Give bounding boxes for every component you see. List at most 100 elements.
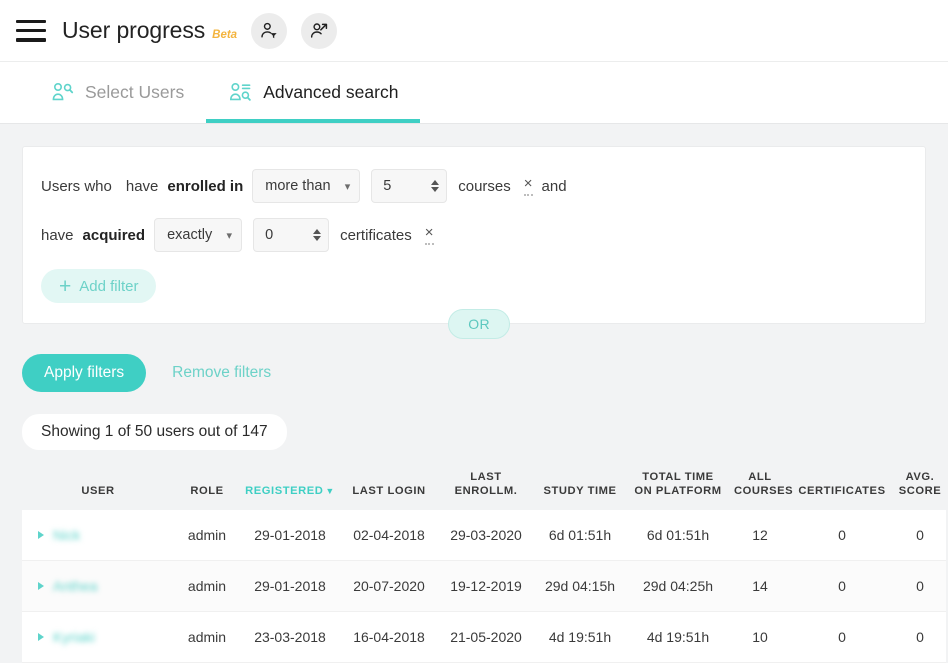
stepper-up-icon[interactable] bbox=[431, 180, 440, 185]
table-row[interactable]: Nick admin 29-01-2018 02-04-2018 29-03-2020 6… bbox=[22, 510, 946, 561]
cell-role: admin bbox=[174, 611, 240, 663]
cell-all-courses: 14 bbox=[730, 560, 790, 612]
person-search-icon bbox=[52, 82, 74, 100]
table-head: USER ROLE REGISTERED ▼ LAST LOGIN LAST ENROLLM… bbox=[22, 460, 946, 510]
page-title: User progress Beta bbox=[62, 17, 237, 44]
filter-1-stepper[interactable] bbox=[431, 180, 440, 192]
remove-filters-link[interactable]: Remove filters bbox=[172, 364, 271, 382]
or-badge[interactable]: OR bbox=[448, 309, 510, 339]
cell-user: Anthea bbox=[22, 560, 174, 612]
tab-advanced-search-label: Advanced search bbox=[263, 82, 399, 102]
cell-registered: 29-01-2018 bbox=[240, 560, 340, 612]
cell-last-enrollment: 29-03-2020 bbox=[438, 510, 534, 561]
tab-bar: Select Users Advanced search bbox=[0, 62, 948, 124]
user-export-button[interactable] bbox=[301, 12, 338, 49]
expand-row-icon[interactable] bbox=[38, 531, 44, 539]
filter-conjunction: and bbox=[541, 177, 567, 195]
column-header-total-time-on-platform[interactable]: TOTAL TIME ON PLATFORM bbox=[626, 460, 730, 510]
beta-badge: Beta bbox=[212, 29, 238, 41]
table-body: Nick admin 29-01-2018 02-04-2018 29-03-2020 6… bbox=[22, 510, 946, 663]
cell-certificates: 0 bbox=[790, 510, 894, 561]
cell-certificates: 0 bbox=[790, 560, 894, 612]
filter-1-unit: courses bbox=[458, 177, 511, 195]
tab-advanced-search[interactable]: Advanced search bbox=[206, 62, 421, 123]
main-content: Users who have enrolled in more than ▾ c… bbox=[0, 124, 948, 663]
cell-user: Nick bbox=[22, 510, 174, 561]
cell-avg-score: 0 bbox=[894, 611, 946, 663]
add-filter-label: Add filter bbox=[79, 277, 139, 295]
filter-actions: Apply filters Remove filters bbox=[22, 354, 926, 392]
filter-card: Users who have enrolled in more than ▾ c… bbox=[22, 146, 926, 339]
filter-lead-label: Users who bbox=[41, 177, 112, 195]
person-arrow-icon bbox=[311, 22, 328, 38]
user-filter-button[interactable] bbox=[251, 12, 288, 49]
cell-last-enrollment: 21-05-2020 bbox=[438, 611, 534, 663]
column-header-last-enrollm[interactable]: LAST ENROLLM. bbox=[438, 460, 534, 510]
filter-row-1: Users who have enrolled in more than ▾ c… bbox=[41, 169, 907, 203]
cell-all-courses: 10 bbox=[730, 611, 790, 663]
plus-icon: + bbox=[59, 274, 72, 298]
page-title-text: User progress bbox=[62, 17, 206, 43]
cell-last-enrollment: 19-12-2019 bbox=[438, 560, 534, 612]
cell-role: admin bbox=[174, 510, 240, 561]
expand-row-icon[interactable] bbox=[38, 633, 44, 641]
table-header-row: USER ROLE REGISTERED ▼ LAST LOGIN LAST ENROLLM… bbox=[22, 460, 946, 510]
stepper-down-icon[interactable] bbox=[431, 187, 440, 192]
filter-row-2: have acquired exactly ▾ certificates × bbox=[41, 218, 907, 252]
column-header-user[interactable]: USER bbox=[22, 460, 174, 510]
top-bar: User progress Beta bbox=[0, 0, 948, 62]
cell-avg-score: 0 bbox=[894, 510, 946, 561]
column-header-study-time[interactable]: STUDY TIME bbox=[534, 460, 626, 510]
apply-filters-button[interactable]: Apply filters bbox=[22, 354, 147, 392]
cell-study-time: 29d 04:15h bbox=[534, 560, 626, 612]
filter-1-prefix: have bbox=[125, 177, 159, 195]
column-header-last-login[interactable]: LAST LOGIN bbox=[340, 460, 438, 510]
hamburger-menu-icon[interactable] bbox=[16, 19, 46, 42]
filter-2-field: acquired bbox=[82, 226, 146, 244]
column-header-certificates[interactable]: CERTIFICATES bbox=[790, 460, 894, 510]
cell-total-time: 6d 01:51h bbox=[626, 510, 730, 561]
filter-2-unit: certificates bbox=[340, 226, 412, 244]
cell-study-time: 4d 19:51h bbox=[534, 611, 626, 663]
table-row[interactable]: Anthea admin 29-01-2018 20-07-2020 19-12-201… bbox=[22, 560, 946, 612]
cell-registered: 29-01-2018 bbox=[240, 510, 340, 561]
cell-certificates: 0 bbox=[790, 611, 894, 663]
user-name[interactable]: Anthea bbox=[53, 578, 97, 594]
stepper-down-icon[interactable] bbox=[313, 236, 322, 241]
cell-last-login: 16-04-2018 bbox=[340, 611, 438, 663]
results-table: USER ROLE REGISTERED ▼ LAST LOGIN LAST ENROLLM… bbox=[22, 460, 946, 663]
tab-select-users-label: Select Users bbox=[85, 82, 185, 102]
person-settings-search-icon bbox=[230, 82, 252, 101]
cell-all-courses: 12 bbox=[730, 510, 790, 561]
filter-1-operator-select[interactable]: more than bbox=[252, 169, 361, 203]
column-header-registered[interactable]: REGISTERED ▼ bbox=[240, 460, 340, 510]
column-header-role[interactable]: ROLE bbox=[174, 460, 240, 510]
cell-last-login: 20-07-2020 bbox=[340, 560, 438, 612]
cell-user: Kyriaki bbox=[22, 611, 174, 663]
column-header-all-courses[interactable]: ALL COURSES bbox=[730, 460, 793, 510]
add-filter-button[interactable]: + Add filter bbox=[41, 269, 157, 303]
cell-study-time: 6d 01:51h bbox=[534, 510, 626, 561]
filter-1-remove-icon[interactable]: × bbox=[523, 176, 533, 196]
tab-select-users[interactable]: Select Users bbox=[28, 62, 206, 123]
cell-avg-score: 0 bbox=[894, 560, 946, 612]
cell-role: admin bbox=[174, 560, 240, 612]
stepper-up-icon[interactable] bbox=[313, 229, 322, 234]
cell-last-login: 02-04-2018 bbox=[340, 510, 438, 561]
filter-2-prefix: have bbox=[41, 226, 74, 244]
user-name[interactable]: Nick bbox=[53, 527, 80, 543]
table-row[interactable]: Kyriaki admin 23-03-2018 16-04-2018 21-05-20… bbox=[22, 611, 946, 663]
column-header-avg-score[interactable]: AVG. SCORE bbox=[894, 460, 946, 510]
filter-2-operator-select[interactable]: exactly bbox=[154, 218, 243, 252]
expand-row-icon[interactable] bbox=[38, 582, 44, 590]
cell-total-time: 29d 04:25h bbox=[626, 560, 730, 612]
user-name[interactable]: Kyriaki bbox=[53, 629, 95, 645]
filter-1-field: enrolled in bbox=[167, 177, 244, 195]
cell-registered: 23-03-2018 bbox=[240, 611, 340, 663]
filter-2-remove-icon[interactable]: × bbox=[424, 225, 434, 245]
filter-2-stepper[interactable] bbox=[313, 229, 322, 241]
person-filter-icon bbox=[261, 22, 277, 38]
sort-descending-icon: ▼ bbox=[325, 486, 335, 496]
results-count: Showing 1 of 50 users out of 147 bbox=[22, 414, 287, 450]
cell-total-time: 4d 19:51h bbox=[626, 611, 730, 663]
